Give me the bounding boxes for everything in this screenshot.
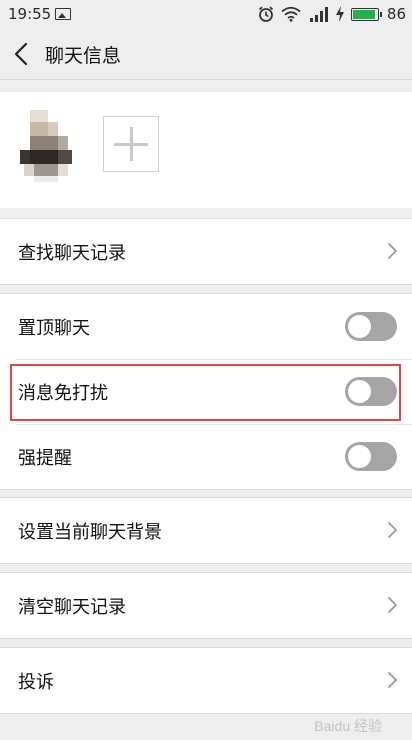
chevron-left-icon[interactable] [10,41,34,67]
pin-chat-row[interactable]: 置顶聊天 [0,294,412,359]
image-notification-icon [55,8,71,20]
chevron-right-icon [388,243,397,259]
clear-history-label: 清空聊天记录 [18,596,126,618]
strong-reminder-toggle[interactable] [345,442,397,471]
strong-reminder-row[interactable]: 强提醒 [0,424,412,489]
report-section: 投诉 [0,647,412,714]
page-title: 聊天信息 [45,45,122,67]
battery-percentage: 86 [386,5,406,23]
add-member-button[interactable] [103,116,159,172]
search-section: 查找聊天记录 [0,218,412,285]
pin-chat-label: 置顶聊天 [18,317,90,339]
chevron-right-icon [388,522,397,538]
status-bar: 19:55 86 [0,0,412,28]
members-panel [0,92,412,208]
chat-background-label: 设置当前聊天背景 [18,521,162,543]
mute-notifications-label: 消息免打扰 [18,382,108,404]
clear-section: 清空聊天记录 [0,572,412,639]
cellular-signal-icon [309,7,328,22]
mute-notifications-toggle[interactable] [345,377,397,406]
wifi-icon [281,6,301,22]
search-history-row[interactable]: 查找聊天记录 [0,219,412,284]
chat-background-row[interactable]: 设置当前聊天背景 [0,498,412,563]
pin-chat-toggle[interactable] [345,312,397,341]
strong-reminder-label: 强提醒 [18,447,72,469]
battery-icon [350,7,382,21]
status-time: 19:55 [8,5,52,23]
background-section: 设置当前聊天背景 [0,497,412,564]
search-history-label: 查找聊天记录 [18,242,126,264]
report-row[interactable]: 投诉 [0,648,412,713]
watermark: Baidu 经验 [314,718,382,734]
battery-fill [352,9,376,19]
alarm-icon [258,6,274,22]
clear-history-row[interactable]: 清空聊天记录 [0,573,412,638]
status-icons: 86 [257,4,406,24]
title-bar: 聊天信息 [0,28,412,80]
charging-icon [335,6,344,22]
mute-notifications-row[interactable]: 消息免打扰 [0,359,412,424]
chevron-right-icon [388,672,397,688]
chevron-right-icon [388,597,397,613]
toggles-section: 置顶聊天 消息免打扰 强提醒 [0,293,412,490]
report-label: 投诉 [18,671,54,693]
avatar[interactable] [20,110,76,182]
